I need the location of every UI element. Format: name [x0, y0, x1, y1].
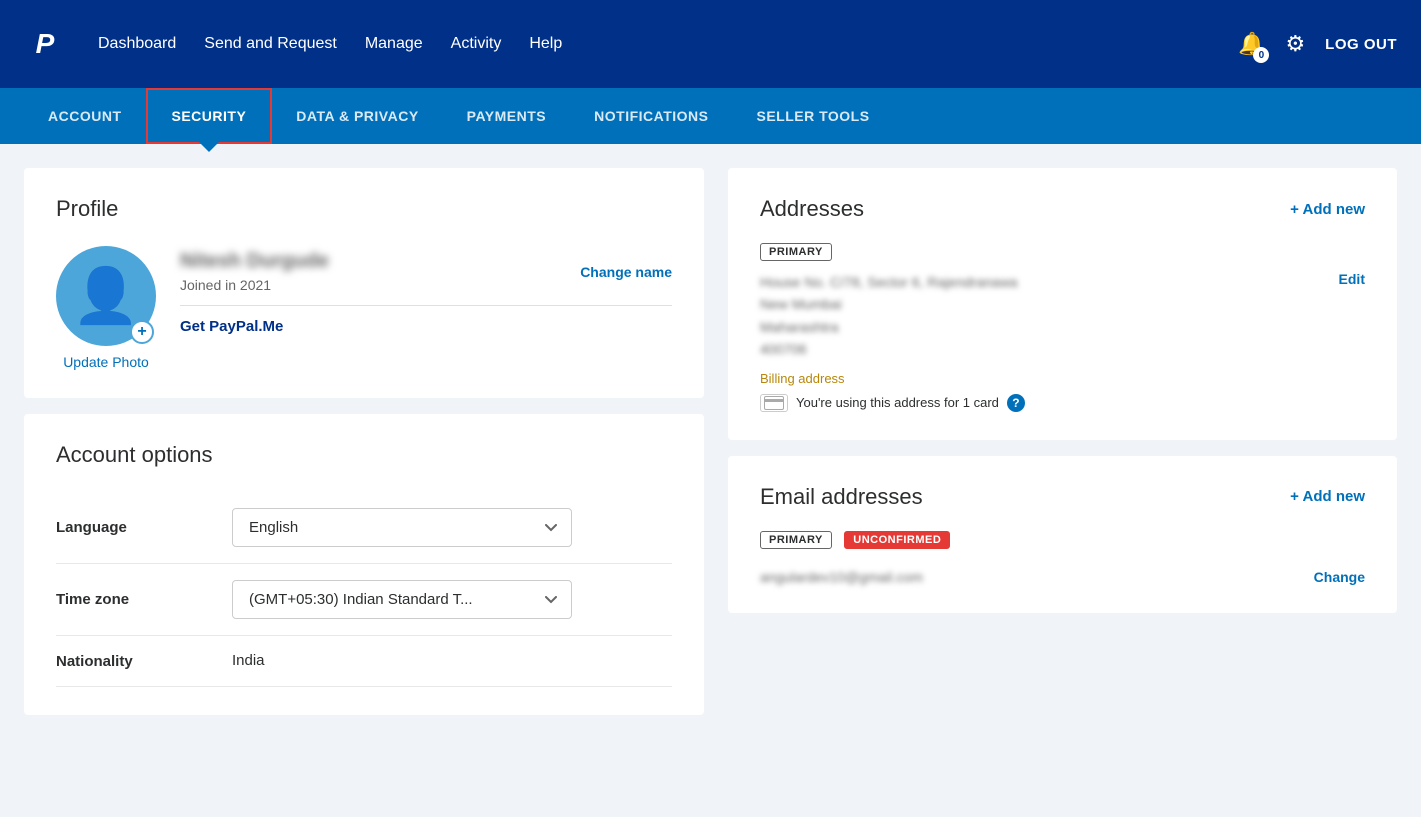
- settings-icon[interactable]: ⚙: [1285, 31, 1305, 57]
- timezone-select[interactable]: (GMT+05:30) Indian Standard T...: [232, 580, 572, 619]
- email-row: angulardev10@gmail.com Change: [760, 569, 1365, 585]
- paypal-logo-text: P: [36, 28, 55, 60]
- email-primary-badge: PRIMARY: [760, 531, 832, 549]
- nav-links: Dashboard Send and Request Manage Activi…: [98, 35, 1206, 53]
- profile-title: Profile: [56, 196, 672, 222]
- profile-joined: Joined in 2021: [180, 277, 329, 293]
- update-photo-link[interactable]: Update Photo: [63, 354, 149, 370]
- subnav-data-privacy[interactable]: DATA & PRIVACY: [272, 88, 442, 144]
- nav-link-send-request[interactable]: Send and Request: [204, 35, 337, 53]
- paypal-logo[interactable]: P: [24, 23, 66, 65]
- get-paypalme-link[interactable]: Get PayPal.Me: [180, 318, 283, 335]
- address-row: House No. C/78, Sector 6, Rajendranawa N…: [760, 271, 1365, 361]
- email-header: Email addresses + Add new: [760, 484, 1365, 510]
- nationality-value: India: [232, 652, 265, 669]
- subnav-notifications[interactable]: NOTIFICATIONS: [570, 88, 732, 144]
- billing-label: Billing address: [760, 371, 1365, 386]
- logout-button[interactable]: LOG OUT: [1325, 36, 1397, 53]
- avatar-silhouette-icon: 👤: [72, 269, 139, 323]
- nav-link-help[interactable]: Help: [529, 35, 562, 53]
- avatar-add-icon[interactable]: +: [130, 320, 154, 344]
- sub-navigation: ACCOUNT SECURITY DATA & PRIVACY PAYMENTS…: [0, 88, 1421, 144]
- change-name-link[interactable]: Change name: [580, 264, 672, 280]
- add-address-button[interactable]: + Add new: [1290, 201, 1365, 218]
- profile-name: Nitesh Durgude: [180, 250, 329, 273]
- primary-badge: PRIMARY: [760, 243, 832, 261]
- nav-link-activity[interactable]: Activity: [451, 35, 502, 53]
- account-options-card: Account options Language English Hindi T…: [24, 414, 704, 715]
- right-column: Addresses + Add new PRIMARY House No. C/…: [728, 168, 1397, 793]
- profile-name-joined: Nitesh Durgude Joined in 2021: [180, 250, 329, 293]
- addresses-title: Addresses: [760, 196, 864, 222]
- language-select[interactable]: English Hindi: [232, 508, 572, 547]
- email-title: Email addresses: [760, 484, 923, 510]
- language-control: English Hindi: [232, 508, 672, 547]
- card-info-text: You're using this address for 1 card: [796, 395, 999, 410]
- email-address-text: angulardev10@gmail.com: [760, 569, 923, 585]
- addresses-header: Addresses + Add new: [760, 196, 1365, 222]
- top-navigation: P Dashboard Send and Request Manage Acti…: [0, 0, 1421, 88]
- avatar-section: 👤 + Update Photo: [56, 246, 156, 370]
- nationality-option-row: Nationality India: [56, 636, 672, 687]
- change-email-link[interactable]: Change: [1314, 569, 1365, 585]
- credit-card-icon: [760, 394, 788, 412]
- nav-link-manage[interactable]: Manage: [365, 35, 423, 53]
- account-options-title: Account options: [56, 442, 672, 468]
- nationality-control: India: [232, 652, 672, 670]
- email-unconfirmed-badge: UNCONFIRMED: [844, 531, 950, 549]
- language-option-row: Language English Hindi: [56, 492, 672, 564]
- avatar: 👤 +: [56, 246, 156, 346]
- nav-right-actions: 🔔 0 ⚙ LOG OUT: [1238, 31, 1397, 57]
- notification-bell[interactable]: 🔔 0: [1238, 31, 1265, 57]
- subnav-account[interactable]: ACCOUNT: [24, 88, 146, 144]
- timezone-label: Time zone: [56, 591, 216, 608]
- card-info-row: You're using this address for 1 card ?: [760, 394, 1365, 412]
- subnav-seller-tools[interactable]: SELLER TOOLS: [732, 88, 893, 144]
- addresses-card: Addresses + Add new PRIMARY House No. C/…: [728, 168, 1397, 440]
- language-label: Language: [56, 519, 216, 536]
- nationality-label: Nationality: [56, 653, 216, 670]
- notification-count: 0: [1253, 47, 1269, 63]
- main-content: Profile 👤 + Update Photo Nitesh Durgude …: [0, 144, 1421, 817]
- edit-address-link[interactable]: Edit: [1339, 271, 1365, 287]
- info-icon[interactable]: ?: [1007, 394, 1025, 412]
- subnav-security[interactable]: SECURITY: [146, 88, 273, 144]
- profile-row: 👤 + Update Photo Nitesh Durgude Joined i…: [56, 246, 672, 370]
- profile-name-row: Nitesh Durgude Joined in 2021 Change nam…: [180, 250, 672, 306]
- nav-link-dashboard[interactable]: Dashboard: [98, 35, 176, 53]
- subnav-payments[interactable]: PAYMENTS: [443, 88, 570, 144]
- profile-card: Profile 👤 + Update Photo Nitesh Durgude …: [24, 168, 704, 398]
- email-addresses-card: Email addresses + Add new PRIMARY UNCONF…: [728, 456, 1397, 613]
- add-email-button[interactable]: + Add new: [1290, 488, 1365, 505]
- left-column: Profile 👤 + Update Photo Nitesh Durgude …: [24, 168, 704, 793]
- timezone-option-row: Time zone (GMT+05:30) Indian Standard T.…: [56, 564, 672, 636]
- profile-info: Nitesh Durgude Joined in 2021 Change nam…: [180, 246, 672, 336]
- address-text: House No. C/78, Sector 6, Rajendranawa N…: [760, 271, 1018, 361]
- timezone-control: (GMT+05:30) Indian Standard T...: [232, 580, 672, 619]
